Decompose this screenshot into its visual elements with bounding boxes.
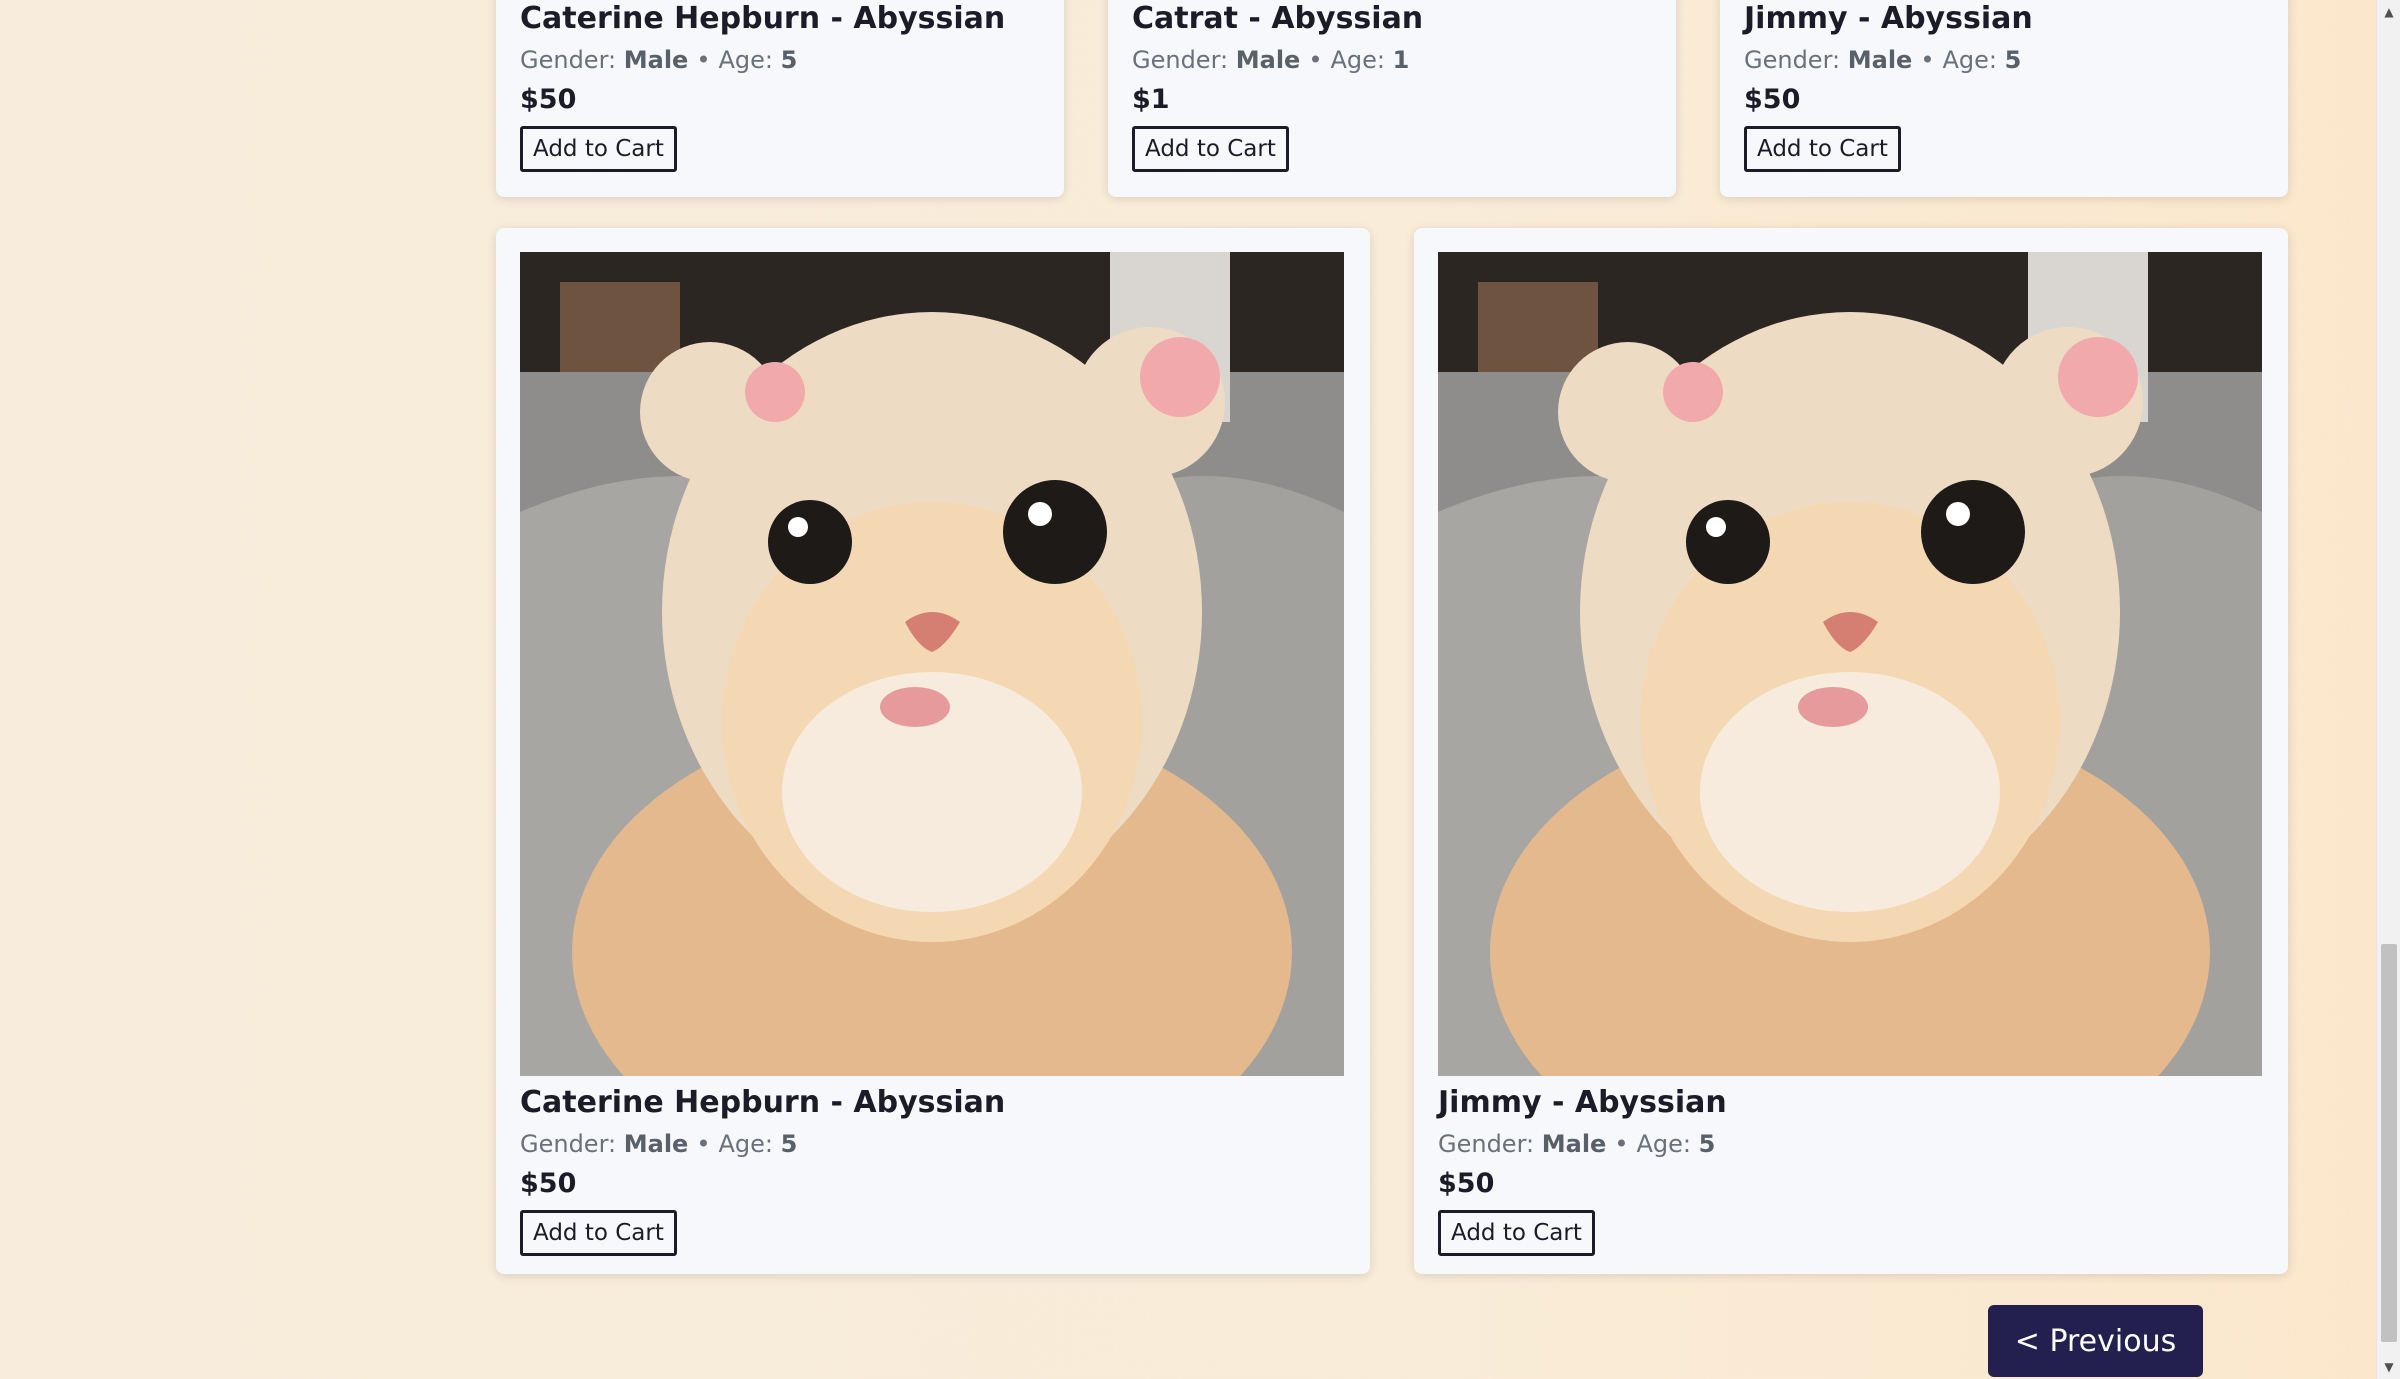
product-meta: Gender: Male • Age: 5 bbox=[1438, 1130, 1716, 1158]
product-card: Caterine Hepburn - Abyssian Gender: Male… bbox=[496, 0, 1064, 197]
product-card: Catrat - Abyssian Gender: Male • Age: 1 $1… bbox=[1108, 0, 1676, 197]
product-name: Catrat - Abyssian bbox=[1132, 1, 1424, 36]
product-price: $1 bbox=[1132, 84, 1170, 115]
product-name: Jimmy - Abyssian bbox=[1438, 1085, 1727, 1120]
cat-photo[interactable] bbox=[1438, 252, 2262, 1076]
product-price: $50 bbox=[1438, 1168, 1495, 1199]
product-name: Caterine Hepburn - Abyssian bbox=[520, 1, 1006, 36]
product-meta: Gender: Male • Age: 5 bbox=[1744, 46, 2022, 74]
triangle-up-icon[interactable]: ▲ bbox=[2377, 2, 2400, 22]
product-price: $50 bbox=[520, 1168, 577, 1199]
product-card: Caterine Hepburn - Abyssian Gender: Male… bbox=[496, 228, 1370, 1274]
cat-photo-image bbox=[1438, 252, 2262, 1076]
product-meta: Gender: Male • Age: 5 bbox=[520, 1130, 798, 1158]
product-grid-page: Caterine Hepburn - Abyssian Gender: Male… bbox=[0, 0, 2376, 1379]
vertical-scrollbar[interactable]: ▲ ▼ bbox=[2376, 0, 2400, 1379]
cat-photo-image bbox=[520, 252, 1344, 1076]
scrollbar-thumb[interactable] bbox=[2381, 944, 2397, 1342]
add-to-cart-button[interactable]: Add to Cart bbox=[1438, 1210, 1595, 1256]
product-name: Caterine Hepburn - Abyssian bbox=[520, 1085, 1006, 1120]
product-price: $50 bbox=[520, 84, 577, 115]
product-name: Jimmy - Abyssian bbox=[1744, 1, 2033, 36]
product-price: $50 bbox=[1744, 84, 1801, 115]
product-meta: Gender: Male • Age: 5 bbox=[520, 46, 798, 74]
product-card: Jimmy - Abyssian Gender: Male • Age: 5 $50… bbox=[1720, 0, 2288, 197]
triangle-down-icon[interactable]: ▼ bbox=[2377, 1357, 2400, 1377]
previous-page-button[interactable]: < Previous bbox=[1988, 1305, 2203, 1377]
add-to-cart-button[interactable]: Add to Cart bbox=[520, 1210, 677, 1256]
cat-photo[interactable] bbox=[520, 252, 1344, 1076]
add-to-cart-button[interactable]: Add to Cart bbox=[520, 126, 677, 172]
add-to-cart-button[interactable]: Add to Cart bbox=[1744, 126, 1901, 172]
product-meta: Gender: Male • Age: 1 bbox=[1132, 46, 1410, 74]
add-to-cart-button[interactable]: Add to Cart bbox=[1132, 126, 1289, 172]
product-card: Jimmy - Abyssian Gender: Male • Age: 5 $50… bbox=[1414, 228, 2288, 1274]
